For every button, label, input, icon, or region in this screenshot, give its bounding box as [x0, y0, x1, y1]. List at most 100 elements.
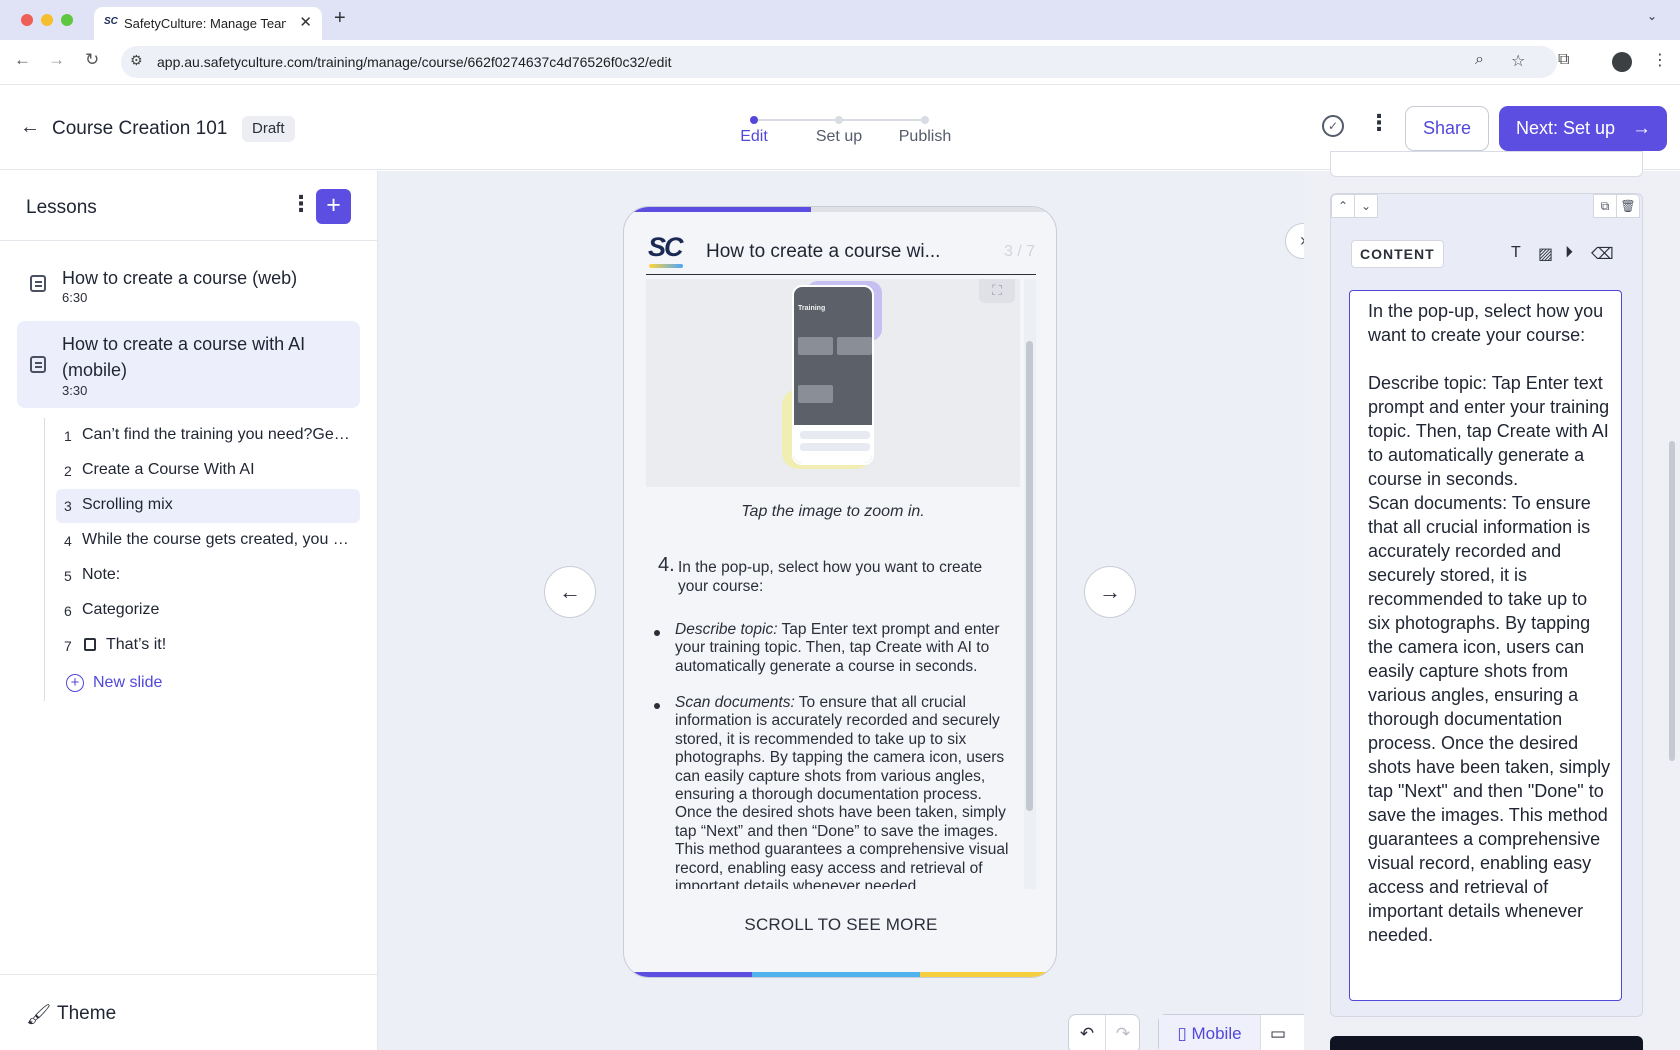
mobile-preview-frame: SC How to create a course wi... 3 / 7 Tr…	[623, 206, 1057, 978]
window-zoom-button[interactable]	[61, 14, 73, 26]
forward-icon[interactable]: →	[48, 50, 65, 70]
lesson-title: How to create a course (web)	[62, 268, 298, 288]
back-icon[interactable]: ←	[14, 50, 31, 70]
lesson-duration: 3:30	[62, 383, 88, 398]
reload-icon[interactable]: ↻	[85, 50, 99, 70]
slide-image[interactable]: Training ⛶	[646, 279, 1020, 487]
bookmark-star-icon[interactable]: ☆	[1511, 51, 1525, 71]
properties-panel: ⌃ ⌄ ⧉ 🗑 CONTENT T ▨ ⏵ ⌫ In the pop-up, s…	[1304, 151, 1680, 1050]
lesson-item-active[interactable]: How to create a course with AI (mobile) …	[17, 321, 360, 408]
preview-content[interactable]: Training ⛶ Tap the image to zoom in. 4. …	[646, 279, 1036, 889]
browser-tab-strip: SC SafetyCulture: Manage Teams ✕ + ⌄	[0, 0, 1680, 40]
url-text[interactable]: app.au.safetyculture.com/training/manage…	[157, 54, 671, 70]
new-tab-icon[interactable]: +	[334, 7, 346, 30]
lessons-title: Lessons	[26, 197, 97, 218]
mobile-phone-icon: ▯	[1177, 1024, 1192, 1043]
bullet-icon	[654, 630, 660, 636]
address-bar[interactable]: ⚙ app.au.safetyculture.com/training/mana…	[121, 46, 1557, 78]
slides-rail	[44, 418, 45, 701]
window-close-button[interactable]	[21, 14, 33, 26]
theme-label: Theme	[57, 1003, 117, 1024]
mobile-view-label: Mobile	[1191, 1024, 1242, 1043]
slide-item[interactable]: 4 While the course gets created, you can…	[56, 524, 360, 558]
step-dot-edit	[750, 116, 758, 124]
app-screenshot-image: Training	[792, 285, 874, 465]
next-button-label: Next: Set up	[1516, 118, 1616, 138]
previous-block	[1330, 151, 1643, 177]
previous-slide-button[interactable]: ←	[544, 566, 596, 618]
lesson-duration: 6:30	[62, 290, 88, 305]
bullet-item: Scan documents: To ensure that all cruci…	[675, 694, 1013, 889]
content-text-editor[interactable]: In the pop-up, select how you want to cr…	[1349, 290, 1622, 1001]
mock-card	[798, 385, 833, 403]
next-block-card	[1330, 1036, 1643, 1050]
text-format-icon[interactable]: T	[1511, 244, 1521, 262]
window-minimize-button[interactable]	[41, 14, 53, 26]
slide-number: 3	[64, 498, 72, 514]
zoom-icon[interactable]: ⌕	[1475, 51, 1484, 69]
browser-tab[interactable]: SC SafetyCulture: Manage Teams ✕	[94, 7, 322, 40]
browser-toolbar: ← → ↻ ⚙ app.au.safetyculture.com/trainin…	[0, 40, 1680, 85]
mobile-view-button[interactable]: ▯ Mobile	[1159, 1015, 1260, 1050]
mock-bottom-sheet	[794, 425, 872, 463]
theme-color-segment	[920, 972, 1056, 977]
lessons-header: Lessons ⋮ +	[0, 171, 378, 241]
duplicate-icon[interactable]: ⧉	[1593, 194, 1617, 218]
bullet-item: Describe topic: Tap Enter text prompt an…	[675, 621, 1013, 676]
image-icon[interactable]: ▨	[1538, 244, 1553, 264]
theme-button[interactable]: 🖌 Theme	[0, 974, 378, 1050]
slide-item[interactable]: 7 That’s it!	[56, 629, 360, 663]
slide-title: Scrolling mix	[82, 496, 173, 513]
lesson-item[interactable]: How to create a course (web) 6:30	[17, 265, 360, 311]
video-play-icon[interactable]: ⏵	[1565, 244, 1573, 262]
check-circle-icon[interactable]: ✓	[1322, 115, 1344, 137]
page-counter: 3 / 7	[1004, 243, 1036, 260]
slide-title: Create a Course With AI	[82, 461, 255, 478]
slide-item[interactable]: 5 Note:	[56, 559, 360, 593]
preview-scrollbar-thumb[interactable]	[1026, 341, 1033, 811]
step-publish[interactable]: Publish	[875, 128, 975, 146]
slide-item[interactable]: 6 Categorize	[56, 594, 360, 628]
back-arrow-icon[interactable]: ←	[20, 116, 40, 139]
preview-header: SC How to create a course wi... 3 / 7	[646, 229, 1036, 275]
add-lesson-button[interactable]: +	[316, 189, 351, 224]
share-button[interactable]: Share	[1405, 106, 1489, 151]
plus-circle-icon: +	[66, 674, 84, 692]
profile-icon[interactable]	[1612, 52, 1632, 72]
tablet-icon[interactable]: ▭	[1261, 1015, 1295, 1050]
content-block: ⌃ ⌄ ⧉ 🗑 CONTENT T ▨ ⏵ ⌫ In the pop-up, s…	[1330, 193, 1643, 1017]
clear-format-icon[interactable]: ⌫	[1591, 244, 1614, 264]
more-options-icon[interactable]: ⋮	[1368, 110, 1390, 136]
next-set-up-button[interactable]: Next: Set up →	[1499, 106, 1667, 151]
slide-title: That’s it!	[106, 636, 167, 653]
slide-number: 5	[64, 568, 72, 584]
move-up-icon[interactable]: ⌃	[1331, 194, 1355, 218]
panel-scrollbar-thumb[interactable]	[1669, 441, 1675, 761]
editor-text[interactable]: In the pop-up, select how you want to cr…	[1368, 299, 1613, 947]
safetyculture-logo: SC	[648, 232, 683, 262]
expand-icon[interactable]: ⛶	[979, 279, 1015, 303]
lessons-more-icon[interactable]: ⋮	[290, 191, 312, 217]
slide-item[interactable]: 1 Can’t find the training you need?Gener…	[56, 419, 360, 453]
image-caption: Tap the image to zoom in.	[741, 503, 925, 520]
step-dot-setup	[835, 116, 843, 124]
step-set-up[interactable]: Set up	[789, 128, 889, 146]
undo-icon[interactable]: ↶	[1069, 1015, 1105, 1050]
tab-search-chevron-icon[interactable]: ⌄	[1647, 9, 1657, 23]
move-down-icon[interactable]: ⌄	[1354, 194, 1378, 218]
redo-icon[interactable]: ↷	[1106, 1015, 1140, 1050]
site-info-icon[interactable]: ⚙	[130, 52, 143, 69]
lesson-document-icon	[30, 275, 46, 292]
delete-icon[interactable]: 🗑	[1616, 194, 1640, 218]
extensions-icon[interactable]: ⧉	[1558, 51, 1569, 69]
next-slide-button[interactable]: →	[1084, 566, 1136, 618]
slide-item[interactable]: 2 Create a Course With AI	[56, 454, 360, 488]
mock-screen-title: Training	[798, 305, 826, 312]
browser-menu-icon[interactable]: ⋮	[1652, 50, 1668, 70]
lock-icon	[84, 638, 96, 651]
slide-title: Note:	[82, 566, 121, 583]
close-tab-icon[interactable]: ✕	[299, 13, 312, 31]
safetyculture-favicon-icon: SC	[104, 16, 118, 27]
slide-item-active[interactable]: 3 Scrolling mix	[56, 489, 360, 523]
theme-color-segment	[624, 972, 752, 977]
